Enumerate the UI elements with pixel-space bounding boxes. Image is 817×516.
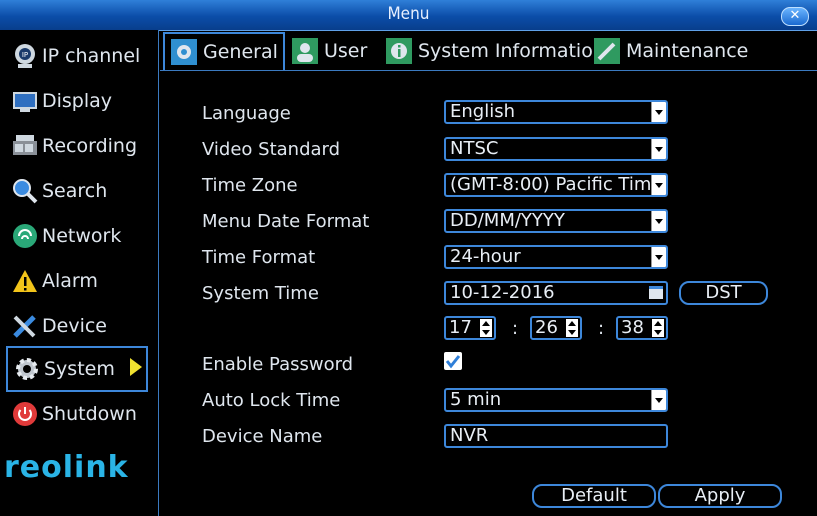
select-value: English — [450, 101, 515, 122]
sidebar-item-label: System — [44, 358, 115, 380]
minute-stepper[interactable]: 26 — [530, 316, 582, 340]
select-value: NTSC — [450, 138, 499, 159]
date-picker[interactable]: 10-12-2016 — [444, 281, 668, 305]
chevron-down-icon[interactable] — [651, 175, 666, 195]
chevron-down-icon[interactable] — [651, 390, 666, 410]
select-value: 24-hour — [450, 246, 521, 267]
calendar-icon[interactable] — [649, 286, 663, 299]
minute-value: 26 — [535, 317, 558, 338]
video-standard-label: Video Standard — [202, 139, 341, 160]
time-separator: : — [512, 318, 519, 339]
tab-label: Maintenance — [626, 40, 749, 62]
tab-system-information[interactable]: System Information — [380, 32, 605, 70]
sidebar-item-network[interactable]: Network — [6, 216, 148, 256]
tab-label: General — [203, 41, 278, 63]
settings-icon — [171, 39, 197, 65]
video-standard-select[interactable]: NTSC — [444, 137, 668, 161]
sidebar-item-ip-channel[interactable]: IP IP channel — [6, 36, 148, 76]
tab-label: System Information — [418, 40, 605, 62]
select-value: (GMT-8:00) Pacific Time ( — [450, 174, 668, 195]
second-stepper[interactable]: 38 — [616, 316, 668, 340]
sidebar-item-label: Shutdown — [42, 403, 137, 425]
chevron-down-icon[interactable] — [651, 247, 666, 267]
language-label: Language — [202, 103, 291, 124]
maintenance-icon — [594, 38, 620, 64]
sidebar-item-recording[interactable]: Recording — [6, 126, 148, 166]
time-zone-label: Time Zone — [202, 175, 298, 196]
chevron-down-icon[interactable] — [651, 211, 666, 231]
sidebar-item-label: Alarm — [42, 270, 98, 292]
input-value: NVR — [450, 425, 489, 446]
default-button[interactable]: Default — [532, 484, 656, 508]
sidebar-item-label: Display — [42, 90, 113, 112]
chevron-down-icon[interactable] — [651, 139, 666, 159]
network-icon — [12, 223, 38, 249]
time-format-select[interactable]: 24-hour — [444, 245, 668, 269]
tab-bar: General User System Information Maintena… — [160, 30, 817, 71]
ip-camera-icon: IP — [12, 43, 38, 69]
sidebar-item-label: Recording — [42, 135, 138, 157]
svg-text:IP: IP — [22, 51, 28, 59]
sidebar-item-display[interactable]: Display — [6, 81, 148, 121]
date-value: 10-12-2016 — [450, 282, 555, 303]
chevron-down-icon[interactable] — [651, 102, 666, 122]
sidebar: IP IP channel Display Recording Search N… — [0, 30, 159, 516]
device-name-label: Device Name — [202, 426, 323, 447]
apply-button[interactable]: Apply — [658, 484, 782, 508]
warning-icon — [12, 268, 38, 294]
sidebar-item-label: Search — [42, 180, 108, 202]
gear-icon — [14, 356, 40, 382]
enable-password-checkbox[interactable] — [444, 352, 462, 370]
second-value: 38 — [621, 317, 644, 338]
auto-lock-label: Auto Lock Time — [202, 390, 341, 411]
language-select[interactable]: English — [444, 100, 668, 124]
film-icon — [12, 133, 38, 159]
sidebar-item-label: Network — [42, 225, 122, 247]
dst-button[interactable]: DST — [679, 281, 768, 305]
tab-label: User — [324, 40, 368, 62]
sidebar-item-search[interactable]: Search — [6, 171, 148, 211]
time-format-label: Time Format — [202, 247, 316, 268]
checkmark-icon — [445, 355, 461, 369]
tab-user[interactable]: User — [286, 32, 367, 70]
tools-icon — [12, 313, 38, 339]
sidebar-item-shutdown[interactable]: Shutdown — [6, 394, 148, 434]
active-arrow-icon — [130, 358, 142, 376]
spinner-icon[interactable] — [480, 319, 492, 337]
time-zone-select[interactable]: (GMT-8:00) Pacific Time ( — [444, 173, 668, 197]
system-time-label: System Time — [202, 283, 319, 304]
user-icon — [292, 38, 318, 64]
sidebar-item-label: Device — [42, 315, 107, 337]
close-button[interactable]: ✕ — [781, 7, 809, 26]
spinner-icon[interactable] — [652, 319, 664, 337]
device-name-input[interactable]: NVR — [444, 424, 668, 448]
title-bar: Menu ✕ — [0, 0, 817, 31]
select-value: DD/MM/YYYY — [450, 210, 565, 231]
sidebar-item-alarm[interactable]: Alarm — [6, 261, 148, 301]
close-icon: ✕ — [789, 8, 801, 23]
magnifier-icon — [12, 178, 38, 204]
tab-maintenance[interactable]: Maintenance — [588, 32, 748, 70]
date-format-label: Menu Date Format — [202, 211, 370, 232]
sidebar-item-system[interactable]: System — [6, 346, 148, 392]
select-value: 5 min — [450, 389, 502, 410]
power-icon — [12, 401, 38, 427]
auto-lock-select[interactable]: 5 min — [444, 388, 668, 412]
sidebar-item-device[interactable]: Device — [6, 306, 148, 346]
spinner-icon[interactable] — [566, 319, 578, 337]
info-icon — [386, 38, 412, 64]
enable-password-label: Enable Password — [202, 354, 354, 375]
window-title: Menu — [387, 4, 430, 24]
hour-stepper[interactable]: 17 — [444, 316, 496, 340]
monitor-icon — [12, 88, 38, 114]
tab-general[interactable]: General — [163, 32, 285, 70]
time-separator: : — [598, 318, 605, 339]
brand-logo: reolink — [4, 450, 129, 485]
sidebar-item-label: IP channel — [42, 45, 141, 67]
date-format-select[interactable]: DD/MM/YYYY — [444, 209, 668, 233]
hour-value: 17 — [449, 317, 472, 338]
